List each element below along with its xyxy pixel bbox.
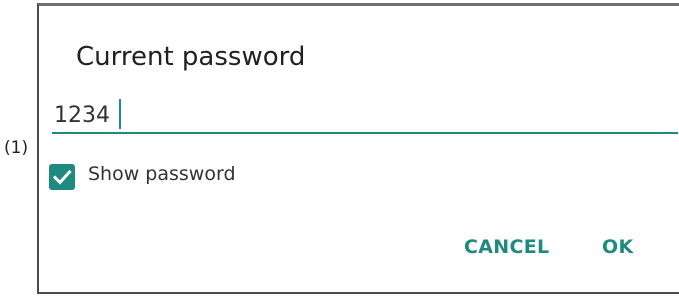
show-password-checkbox[interactable] bbox=[49, 164, 75, 190]
text-cursor bbox=[119, 99, 121, 129]
show-password-label[interactable]: Show password bbox=[88, 163, 236, 185]
ok-button[interactable]: OK bbox=[602, 236, 633, 258]
callout-label: (1) bbox=[4, 138, 29, 158]
screenshot-page: (1) Current password Show password CANCE… bbox=[0, 0, 679, 297]
checkmark-icon bbox=[52, 169, 72, 185]
cancel-button[interactable]: CANCEL bbox=[464, 236, 549, 258]
dialog-title: Current password bbox=[76, 42, 306, 72]
password-input[interactable] bbox=[52, 98, 678, 134]
